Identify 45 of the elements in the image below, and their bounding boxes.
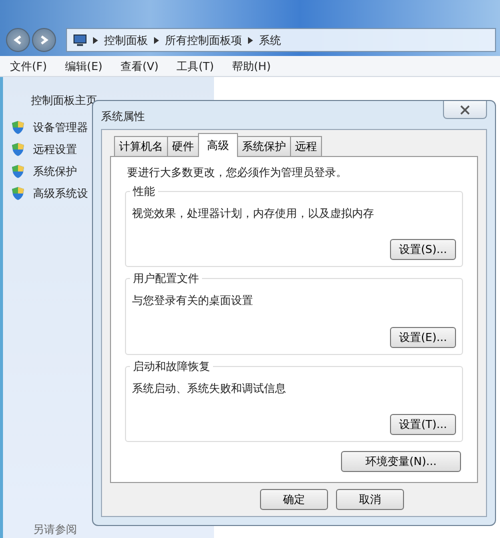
admin-notice: 要进行大多数更改，您必须作为管理员登录。 — [127, 165, 348, 180]
tab[interactable]: 硬件 — [167, 136, 199, 156]
menu-item[interactable]: 工具(T) — [176, 58, 214, 74]
environment-variables-button[interactable]: 环境变量(N)... — [341, 450, 461, 472]
tab[interactable]: 远程 — [290, 136, 322, 156]
breadcrumb-arrow-icon — [248, 36, 253, 44]
group-description: 与您登录有关的桌面设置 — [132, 293, 254, 308]
menu-item[interactable]: 帮助(H) — [232, 58, 271, 74]
shield-icon — [11, 186, 25, 201]
breadcrumb[interactable]: 控制面板 — [104, 32, 148, 48]
computer-icon — [73, 34, 87, 46]
breadcrumb[interactable]: 所有控制面板项 — [165, 32, 242, 48]
forward-button[interactable] — [32, 28, 56, 52]
breadcrumb-arrow-icon — [154, 36, 159, 44]
back-button[interactable] — [6, 28, 30, 52]
settings-button[interactable]: 设置(S)... — [390, 239, 456, 260]
tab[interactable]: 计算机名 — [114, 136, 168, 156]
shield-icon — [11, 142, 25, 157]
group-description: 系统启动、系统失败和调试信息 — [132, 380, 287, 396]
breadcrumb-arrow-icon — [93, 36, 98, 44]
close-button[interactable] — [443, 101, 487, 119]
group-title: 性能 — [130, 184, 158, 199]
close-icon — [460, 104, 470, 114]
settings-button[interactable]: 设置(E)... — [390, 326, 456, 348]
tab[interactable]: 高级 — [198, 133, 238, 157]
group-description: 视觉效果，处理器计划，内存使用，以及虚拟内存 — [132, 206, 375, 221]
menu-item[interactable]: 文件(F) — [10, 58, 47, 74]
dialog-title: 系统属性 — [101, 109, 145, 124]
address-bar[interactable]: 控制面板 所有控制面板项 系统 — [66, 28, 496, 52]
shield-icon — [11, 164, 25, 179]
group-title: 启动和故障恢复 — [130, 358, 213, 374]
sidebar-link[interactable]: 高级系统设 — [33, 186, 88, 201]
dialog-button[interactable]: 取消 — [336, 489, 404, 510]
settings-button[interactable]: 设置(T)... — [390, 414, 456, 435]
tab[interactable]: 系统保护 — [237, 136, 291, 156]
shield-icon — [11, 120, 25, 135]
group-title: 用户配置文件 — [130, 271, 202, 286]
sidebar-link[interactable]: 设备管理器 — [33, 120, 88, 135]
menu-item[interactable]: 查看(V) — [120, 58, 159, 74]
see-also-heading: 另请参阅 — [33, 522, 78, 537]
sidebar-link[interactable]: 系统保护 — [33, 164, 77, 179]
menu-item[interactable]: 编辑(E) — [64, 58, 102, 74]
sidebar-link[interactable]: 远程设置 — [33, 142, 77, 157]
dialog-button[interactable]: 确定 — [260, 489, 328, 510]
breadcrumb[interactable]: 系统 — [259, 32, 281, 48]
